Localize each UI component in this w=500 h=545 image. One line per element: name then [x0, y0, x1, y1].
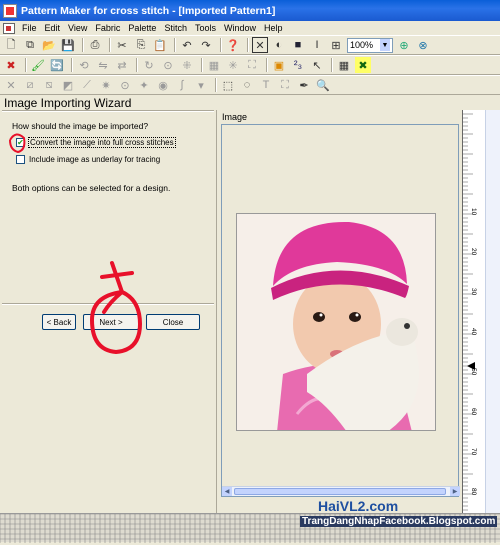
watermark-blog: TrangDangNhapFacebook.Blogspot.com: [300, 516, 498, 527]
annotation-stroke: [110, 261, 124, 294]
annotation-loop: [90, 290, 142, 354]
annotation-stroke: [100, 271, 134, 279]
watermark-site: HaiVL2.com: [318, 498, 399, 514]
red-annotation-overlay: [9, 133, 142, 354]
checkbox-circle-annotation: [9, 133, 26, 154]
